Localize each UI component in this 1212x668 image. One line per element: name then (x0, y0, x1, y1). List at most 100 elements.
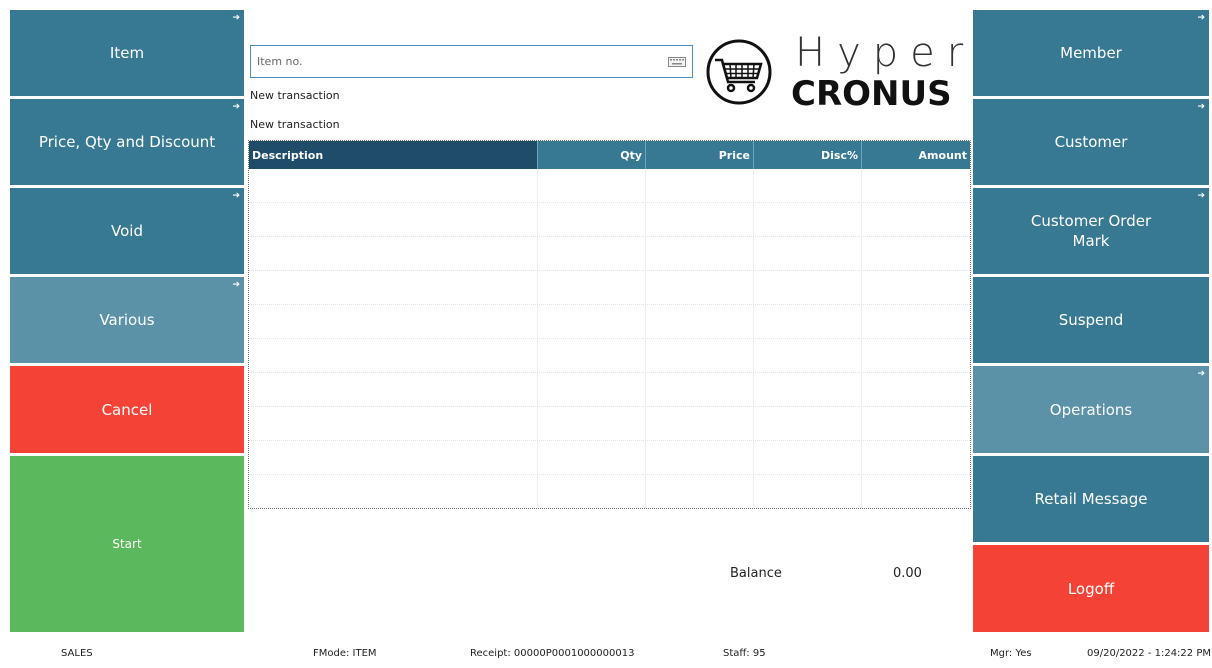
operations-button-label: Operations (1049, 400, 1133, 419)
item-number-search-box[interactable] (250, 45, 693, 78)
table-cell (862, 237, 970, 270)
start-button[interactable]: Start (10, 456, 244, 632)
arrow-right-icon: ➔ (232, 102, 240, 112)
table-cell (538, 339, 646, 372)
table-cell (538, 407, 646, 440)
void-button-label: Void (111, 222, 143, 240)
suspend-button[interactable]: Suspend (973, 277, 1209, 363)
table-cell (646, 339, 754, 372)
member-button[interactable]: Member ➔ (973, 10, 1209, 96)
table-cell (538, 169, 646, 202)
price-qty-discount-label: Price, Qty and Discount (38, 133, 216, 151)
retail-message-button-label: Retail Message (1034, 490, 1148, 508)
table-row[interactable] (249, 407, 970, 441)
table-cell (249, 441, 538, 474)
table-row[interactable] (249, 305, 970, 339)
cancel-button[interactable]: Cancel (10, 366, 244, 453)
customer-order-mark-label: Customer Order Mark (1030, 212, 1152, 250)
table-cell (538, 305, 646, 338)
customer-order-mark-button[interactable]: Customer Order Mark ➔ (973, 188, 1209, 274)
table-cell (538, 271, 646, 304)
table-row[interactable] (249, 441, 970, 475)
table-cell (862, 271, 970, 304)
void-button[interactable]: Void ➔ (10, 188, 244, 274)
table-cell (249, 169, 538, 202)
table-row[interactable] (249, 373, 970, 407)
table-cell (646, 441, 754, 474)
arrow-right-icon: ➔ (1197, 102, 1205, 112)
suspend-button-label: Suspend (1058, 311, 1124, 329)
table-cell (754, 407, 862, 440)
logo-text-cronus: CRONUS (791, 74, 952, 114)
column-header-disc[interactable]: Disc% (754, 141, 862, 169)
logoff-button-label: Logoff (1067, 579, 1115, 598)
item-number-input[interactable] (251, 46, 668, 77)
retail-message-button[interactable]: Retail Message (973, 456, 1209, 542)
column-header-amount[interactable]: Amount (862, 141, 970, 169)
table-cell (754, 441, 862, 474)
arrow-right-icon: ➔ (232, 280, 240, 290)
table-cell (754, 305, 862, 338)
table-cell (646, 169, 754, 202)
column-header-price[interactable]: Price (646, 141, 754, 169)
table-cell (862, 305, 970, 338)
various-button[interactable]: Various ➔ (10, 277, 244, 363)
table-cell (538, 373, 646, 406)
keyboard-icon[interactable] (668, 56, 686, 67)
column-header-qty[interactable]: Qty (538, 141, 646, 169)
table-row[interactable] (249, 339, 970, 373)
table-cell (249, 237, 538, 270)
table-cell (249, 305, 538, 338)
arrow-right-icon: ➔ (232, 191, 240, 201)
table-cell (862, 203, 970, 236)
transaction-info-line: New transaction (250, 89, 340, 102)
transaction-grid[interactable]: Description Qty Price Disc% Amount (248, 140, 971, 509)
price-qty-discount-button[interactable]: Price, Qty and Discount ➔ (10, 99, 244, 185)
table-cell (754, 339, 862, 372)
table-row[interactable] (249, 237, 970, 271)
table-cell (754, 271, 862, 304)
table-cell (646, 271, 754, 304)
table-cell (249, 373, 538, 406)
customer-button[interactable]: Customer ➔ (973, 99, 1209, 185)
table-cell (249, 407, 538, 440)
hyper-cronus-logo: Hyper CRONUS (705, 30, 963, 120)
status-bar: SALES FMode: ITEM Receipt: 00000P0001000… (0, 636, 1212, 668)
operations-button[interactable]: Operations ➔ (973, 366, 1209, 453)
start-button-label: Start (112, 537, 142, 551)
table-cell (646, 305, 754, 338)
item-button-label: Item (109, 44, 145, 62)
status-datetime: 09/20/2022 - 1:24:22 PM (1087, 648, 1211, 659)
table-cell (754, 169, 862, 202)
grid-header: Description Qty Price Disc% Amount (249, 141, 970, 169)
column-header-description[interactable]: Description (249, 141, 538, 169)
table-cell (249, 339, 538, 372)
various-button-label: Various (99, 311, 155, 329)
logoff-button[interactable]: Logoff (973, 545, 1209, 632)
arrow-right-icon: ➔ (1197, 369, 1205, 379)
status-receipt: Receipt: 00000P0001000000013 (470, 648, 635, 659)
table-cell (646, 237, 754, 270)
table-cell (538, 237, 646, 270)
table-cell (249, 203, 538, 236)
table-row[interactable] (249, 475, 970, 508)
table-cell (862, 339, 970, 372)
table-cell (538, 441, 646, 474)
table-row[interactable] (249, 271, 970, 305)
member-button-label: Member (1060, 44, 1122, 62)
table-cell (862, 475, 970, 508)
transaction-info-line: New transaction (250, 118, 340, 131)
grid-body (249, 169, 970, 508)
status-manager: Mgr: Yes (990, 648, 1032, 659)
table-cell (538, 203, 646, 236)
status-fmode: FMode: ITEM (313, 648, 377, 659)
table-row[interactable] (249, 169, 970, 203)
status-mode: SALES (61, 648, 93, 659)
table-row[interactable] (249, 203, 970, 237)
table-cell (862, 407, 970, 440)
item-button[interactable]: Item ➔ (10, 10, 244, 96)
table-cell (862, 441, 970, 474)
table-cell (754, 203, 862, 236)
table-cell (538, 475, 646, 508)
shopping-cart-icon (706, 39, 772, 105)
